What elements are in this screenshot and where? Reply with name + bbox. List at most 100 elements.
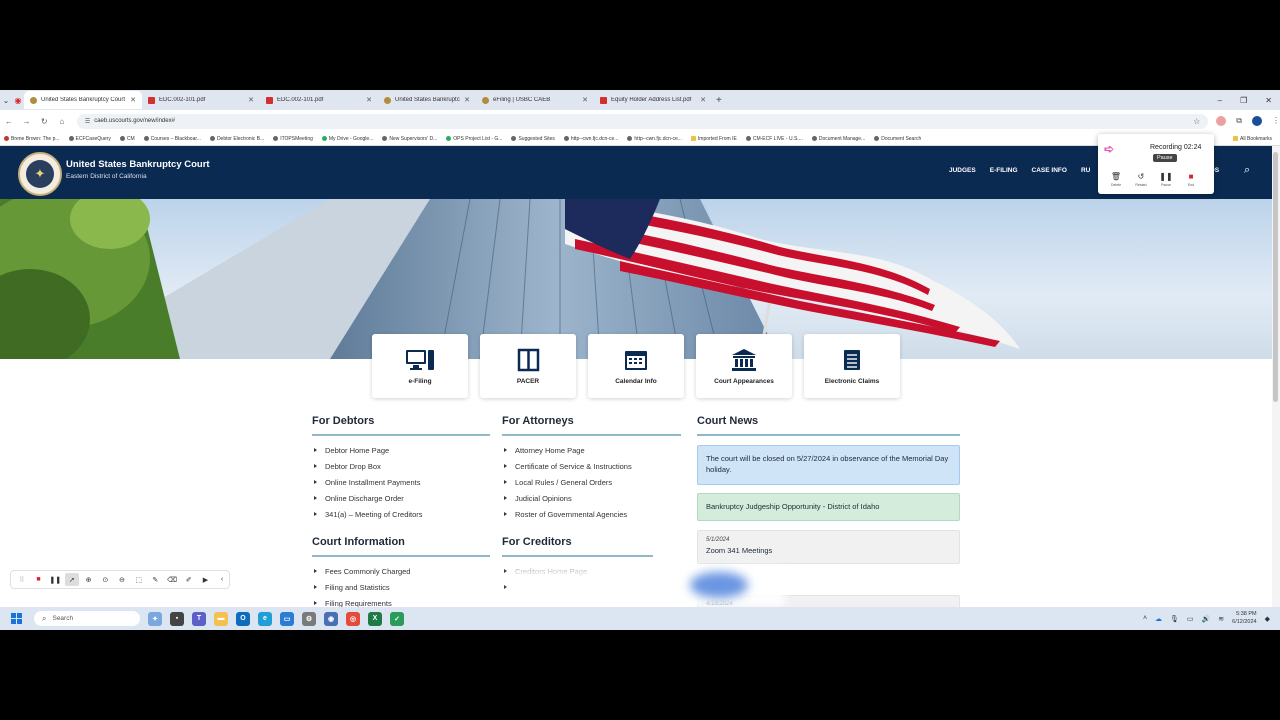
bookmark-item[interactable]: OPS Project List - G... (446, 136, 502, 142)
bookmark-item[interactable]: My Drive - Google... (321, 136, 373, 142)
copilot-icon[interactable]: ✦ (148, 611, 162, 626)
microphone-icon[interactable]: 🎙 (1170, 615, 1179, 623)
onedrive-icon[interactable]: ☁ (1155, 615, 1162, 623)
pause-button[interactable]: ❚❚ Pause (1158, 172, 1174, 187)
forward-icon[interactable]: → (18, 117, 36, 126)
network-icon[interactable]: ≋ (1218, 615, 1224, 623)
link-attorney-home-page[interactable]: Attorney Home Page (504, 442, 632, 458)
chrome-icon[interactable]: ◎ (346, 611, 360, 626)
bookmark-item[interactable]: CM-ECF LIVE - U.S.... (745, 136, 803, 142)
back-icon[interactable]: ← (0, 117, 18, 126)
bookmark-item[interactable]: ITOPSMeeting (273, 136, 313, 142)
extensions-icon[interactable]: ⧉ (1236, 116, 1242, 126)
tile-pacer[interactable]: PACER (480, 334, 576, 398)
bookmark-folder[interactable]: Imported From IE (690, 136, 737, 142)
recorder-extension-icon[interactable] (1216, 116, 1227, 126)
tile-court-appearances[interactable]: Court Appearances (696, 334, 792, 398)
settings-icon[interactable]: ⚙ (302, 611, 316, 626)
menu-icon[interactable]: ⋮ (1272, 116, 1280, 126)
pen-icon[interactable]: ✎ (149, 573, 163, 586)
court-seal-logo[interactable]: ✦ (18, 152, 62, 196)
nav-judges[interactable]: JUDGES (949, 167, 976, 174)
close-icon[interactable]: ✕ (130, 96, 136, 104)
scrollbar-thumb[interactable] (1273, 152, 1278, 402)
app-icon[interactable]: ◉ (324, 611, 338, 626)
link-filing-and-statistics[interactable]: Filing and Statistics (314, 579, 410, 595)
link-debtor-home-page[interactable]: Debtor Home Page (314, 442, 423, 458)
tab-search-icon[interactable]: ⌄ (0, 96, 12, 105)
tile-calendar-info[interactable]: Calendar Info (588, 334, 684, 398)
windows-start-icon[interactable] (11, 613, 22, 624)
zoom-reset-icon[interactable]: ⊙ (98, 573, 112, 586)
bookmark-item[interactable]: Brene Brown: The p... (4, 136, 60, 142)
bookmark-item[interactable]: Courses – Blackboar... (143, 136, 201, 142)
chevron-up-icon[interactable]: ˄ (1143, 615, 1147, 622)
tab-pdf[interactable]: EDC.002-101.pdf ✕ (260, 91, 378, 109)
bookmark-item[interactable]: http--cwn.fjc.dcn-ce... (627, 136, 682, 142)
edge-icon[interactable]: e (258, 611, 272, 626)
remote-desktop-icon[interactable]: ▭ (280, 611, 294, 626)
zoom-in-icon[interactable]: ⊕ (82, 573, 96, 586)
highlighter-icon[interactable]: ✐ (182, 573, 196, 586)
taskbar-search[interactable]: ⌕ Search (34, 611, 140, 626)
end-button[interactable]: ■ End (1183, 172, 1199, 187)
volume-icon[interactable]: 🔊 (1202, 615, 1211, 623)
tab-pdf[interactable]: Equity Holder Address List.pdf ✕ (594, 91, 712, 109)
file-explorer-icon[interactable]: ▬ (214, 611, 228, 626)
close-icon[interactable]: ✕ (464, 96, 470, 104)
maximize-icon[interactable]: ❐ (1240, 96, 1247, 105)
site-info-icon[interactable]: ☰ (85, 118, 90, 125)
close-icon[interactable]: ✕ (366, 96, 372, 104)
cursor-icon[interactable]: ➚ (65, 573, 79, 586)
reload-icon[interactable]: ↻ (35, 117, 53, 126)
eraser-icon[interactable]: ⌫ (165, 573, 179, 586)
link-meeting-of-creditors[interactable]: 341(a) – Meeting of Creditors (314, 506, 423, 522)
select-area-icon[interactable]: ⬚ (132, 573, 146, 586)
file-manager-icon[interactable]: ▪ (170, 611, 184, 626)
nav-rules[interactable]: RU (1081, 167, 1090, 174)
all-bookmarks-button[interactable]: All Bookmarks (1233, 136, 1272, 142)
tab-efiling[interactable]: eFiling | USBC CAEB ✕ (476, 91, 594, 109)
restart-button[interactable]: ↺ Restart (1133, 172, 1149, 187)
display-icon[interactable]: ▭ (1187, 615, 1194, 623)
close-icon[interactable]: ✕ (248, 96, 254, 104)
bookmark-item[interactable]: Document Search (874, 136, 921, 142)
profile-avatar[interactable] (1251, 116, 1262, 126)
site-name[interactable]: United States Bankruptcy Court (66, 159, 210, 170)
tile-electronic-claims[interactable]: Electronic Claims (804, 334, 900, 398)
link-judicial-opinions[interactable]: Judicial Opinions (504, 490, 632, 506)
new-tab-button[interactable]: + (716, 95, 722, 106)
bookmark-item[interactable]: ECFCaseQuery (68, 136, 111, 142)
minimize-icon[interactable]: – (1218, 96, 1222, 105)
teams-icon[interactable]: T (192, 611, 206, 626)
collapse-icon[interactable]: ‹ (215, 573, 229, 586)
notification-icon[interactable]: ◆ (1265, 615, 1270, 623)
link-fees-commonly-charged[interactable]: Fees Commonly Charged (314, 563, 410, 579)
bookmark-item[interactable]: Debtor Electronic B... (209, 136, 264, 142)
star-icon[interactable]: ☆ (1193, 117, 1200, 126)
news-item-holiday[interactable]: The court will be closed on 5/27/2024 in… (697, 445, 960, 485)
bookmark-item[interactable]: http--cwn.fjc.dcn-ce... (563, 136, 618, 142)
search-icon[interactable]: ⌕ (1244, 164, 1250, 177)
link-online-installment-payments[interactable]: Online Installment Payments (314, 474, 423, 490)
nav-case-info[interactable]: CASE INFO (1032, 167, 1067, 174)
tab-bankruptcy-court[interactable]: United States Bankruptcy Court ✕ (378, 91, 476, 109)
tab-pdf[interactable]: EDC.002-101.pdf ✕ (142, 91, 260, 109)
taskbar-clock[interactable]: 5:38 PM 6/12/2024 (1232, 611, 1256, 625)
tab-bankruptcy-court[interactable]: United States Bankruptcy Court ✕ (24, 91, 142, 109)
home-icon[interactable]: ⌂ (53, 117, 71, 126)
close-icon[interactable]: ✕ (700, 96, 706, 104)
excel-icon[interactable]: X (368, 611, 382, 626)
news-item-zoom[interactable]: 5/1/2024 Zoom 341 Meetings (697, 530, 960, 564)
close-icon[interactable]: ✕ (582, 96, 588, 104)
bookmark-item[interactable]: CM (119, 136, 135, 142)
link-certificate-of-service[interactable]: Certificate of Service & Instructions (504, 458, 632, 474)
bookmark-item[interactable]: New Supervisors' D... (382, 136, 437, 142)
delete-button[interactable]: 🗑 Delete (1108, 172, 1124, 187)
drag-handle-icon[interactable]: ⠿ (15, 573, 29, 586)
link-online-discharge-order[interactable]: Online Discharge Order (314, 490, 423, 506)
nav-e-filing[interactable]: E-FILING (990, 167, 1018, 174)
link-local-rules[interactable]: Local Rules / General Orders (504, 474, 632, 490)
url-bar[interactable]: ☰ caeb.uscourts.gov/new/index# ☆ (76, 113, 1209, 129)
tile-e-filing[interactable]: e-Filing (372, 334, 468, 398)
